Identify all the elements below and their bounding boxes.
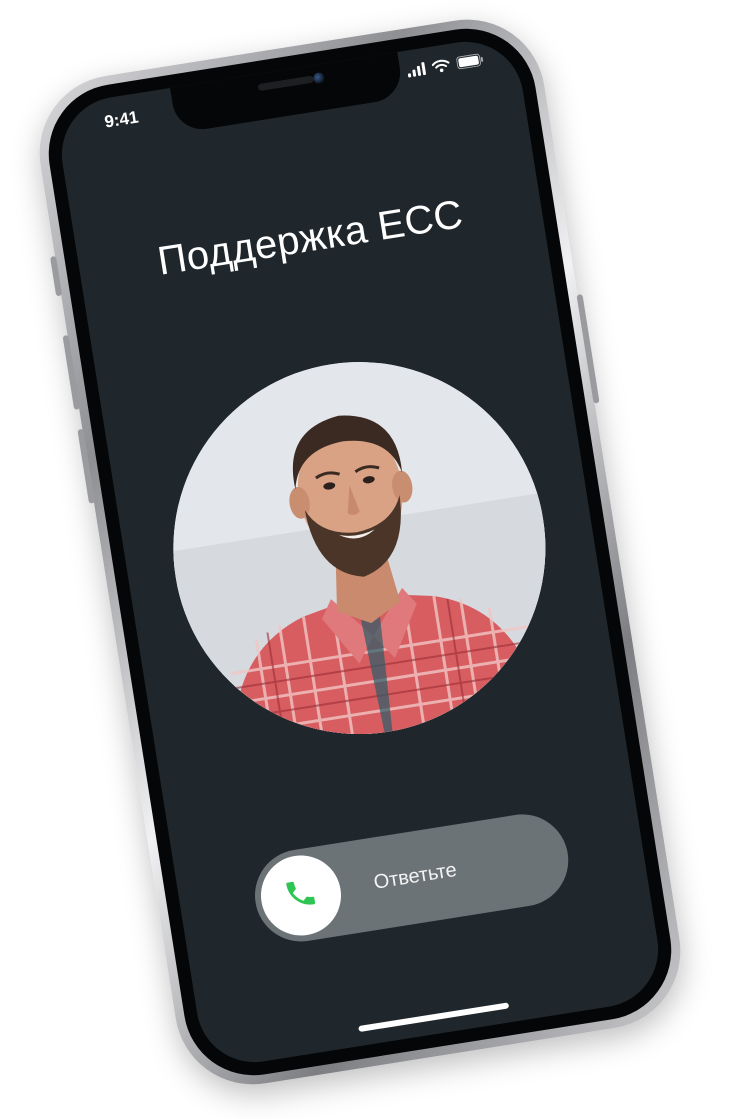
signal-bars-icon (406, 61, 427, 78)
phone-mockup: 9:41 Поддержка ЕСС Ответьте (28, 8, 692, 1096)
wifi-icon (431, 58, 451, 74)
earpiece-speaker (257, 75, 314, 92)
contact-avatar (146, 335, 573, 761)
slide-to-answer[interactable]: Ответьте (248, 807, 575, 949)
caller-name: Поддержка ЕСС (154, 192, 466, 284)
phone-icon (281, 874, 321, 918)
answer-label: Ответьте (372, 858, 459, 894)
answer-call-button[interactable] (255, 849, 347, 942)
status-icons (406, 53, 484, 78)
status-time: 9:41 (103, 107, 140, 132)
incoming-call-screen: 9:41 Поддержка ЕСС Ответьте (53, 33, 667, 1071)
battery-icon (456, 53, 485, 70)
front-camera (312, 71, 325, 85)
